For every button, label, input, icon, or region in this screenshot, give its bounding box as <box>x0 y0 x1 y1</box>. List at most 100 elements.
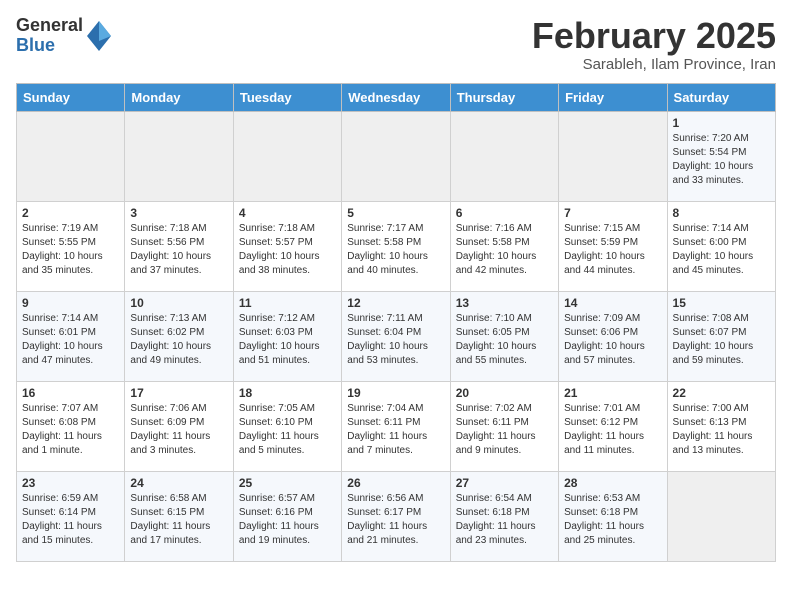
day-number: 9 <box>22 296 119 310</box>
day-info: Sunrise: 7:02 AM Sunset: 6:11 PM Dayligh… <box>456 402 553 458</box>
calendar-day <box>559 111 667 201</box>
day-info: Sunrise: 7:10 AM Sunset: 6:05 PM Dayligh… <box>456 312 553 368</box>
calendar-day: 16Sunrise: 7:07 AM Sunset: 6:08 PM Dayli… <box>17 381 125 471</box>
day-info: Sunrise: 7:08 AM Sunset: 6:07 PM Dayligh… <box>673 312 770 368</box>
day-number: 14 <box>564 296 661 310</box>
day-info: Sunrise: 7:01 AM Sunset: 6:12 PM Dayligh… <box>564 402 661 458</box>
day-info: Sunrise: 6:56 AM Sunset: 6:17 PM Dayligh… <box>347 492 444 548</box>
logo-blue: Blue <box>16 36 83 56</box>
calendar-day: 3 Sunrise: 7:18 AM Sunset: 5:56 PM Daylig… <box>125 201 233 291</box>
day-number: 8 <box>673 206 770 220</box>
day-number: 13 <box>456 296 553 310</box>
day-number: 15 <box>673 296 770 310</box>
location-subtitle: Sarableh, Ilam Province, Iran <box>532 56 776 73</box>
calendar-day: 28 Sunrise: 6:53 AM Sunset: 6:18 PM Dayli… <box>559 471 667 561</box>
title-block: February 2025 Sarableh, Ilam Province, I… <box>532 16 776 73</box>
calendar-day: 8 Sunrise: 7:14 AM Sunset: 6:00 PM Daylig… <box>667 201 775 291</box>
calendar-day: 24 Sunrise: 6:58 AM Sunset: 6:15 PM Dayli… <box>125 471 233 561</box>
logo-general: General <box>16 16 83 36</box>
day-info: Sunrise: 6:58 AM Sunset: 6:15 PM Dayligh… <box>130 492 227 548</box>
logo: General Blue <box>16 16 111 56</box>
day-info: Sunrise: 7:05 AM Sunset: 6:10 PM Dayligh… <box>239 402 336 458</box>
day-info: Sunrise: 7:16 AM Sunset: 5:58 PM Dayligh… <box>456 222 553 278</box>
week-row-2: 2 Sunrise: 7:19 AM Sunset: 5:55 PM Daylig… <box>17 201 776 291</box>
calendar-day: 6 Sunrise: 7:16 AM Sunset: 5:58 PM Daylig… <box>450 201 558 291</box>
day-number: 11 <box>239 296 336 310</box>
day-info: Sunrise: 7:12 AM Sunset: 6:03 PM Dayligh… <box>239 312 336 368</box>
calendar-day: 26Sunrise: 6:56 AM Sunset: 6:17 PM Dayli… <box>342 471 450 561</box>
day-number: 25 <box>239 476 336 490</box>
page-header: General Blue February 2025 Sarableh, Ila… <box>16 16 776 73</box>
day-number: 10 <box>130 296 227 310</box>
day-number: 4 <box>239 206 336 220</box>
day-info: Sunrise: 6:59 AM Sunset: 6:14 PM Dayligh… <box>22 492 119 548</box>
day-info: Sunrise: 7:18 AM Sunset: 5:56 PM Dayligh… <box>130 222 227 278</box>
calendar-day <box>125 111 233 201</box>
weekday-header-tuesday: Tuesday <box>233 83 341 111</box>
logo-text: General Blue <box>16 16 83 56</box>
calendar-day: 14 Sunrise: 7:09 AM Sunset: 6:06 PM Dayli… <box>559 291 667 381</box>
week-row-4: 16Sunrise: 7:07 AM Sunset: 6:08 PM Dayli… <box>17 381 776 471</box>
calendar-day: 25 Sunrise: 6:57 AM Sunset: 6:16 PM Dayli… <box>233 471 341 561</box>
day-info: Sunrise: 7:20 AM Sunset: 5:54 PM Dayligh… <box>673 132 770 188</box>
week-row-3: 9 Sunrise: 7:14 AM Sunset: 6:01 PM Daylig… <box>17 291 776 381</box>
calendar-day <box>233 111 341 201</box>
calendar-day <box>450 111 558 201</box>
day-info: Sunrise: 7:14 AM Sunset: 6:01 PM Dayligh… <box>22 312 119 368</box>
day-number: 20 <box>456 386 553 400</box>
calendar-day: 1 Sunrise: 7:20 AM Sunset: 5:54 PM Daylig… <box>667 111 775 201</box>
week-row-1: 1 Sunrise: 7:20 AM Sunset: 5:54 PM Daylig… <box>17 111 776 201</box>
day-number: 18 <box>239 386 336 400</box>
day-info: Sunrise: 7:09 AM Sunset: 6:06 PM Dayligh… <box>564 312 661 368</box>
day-number: 22 <box>673 386 770 400</box>
calendar-day: 27Sunrise: 6:54 AM Sunset: 6:18 PM Dayli… <box>450 471 558 561</box>
weekday-header-saturday: Saturday <box>667 83 775 111</box>
logo-icon <box>87 21 111 51</box>
day-info: Sunrise: 7:19 AM Sunset: 5:55 PM Dayligh… <box>22 222 119 278</box>
day-number: 21 <box>564 386 661 400</box>
weekday-header-row: SundayMondayTuesdayWednesdayThursdayFrid… <box>17 83 776 111</box>
calendar-day <box>667 471 775 561</box>
calendar-day: 22 Sunrise: 7:00 AM Sunset: 6:13 PM Dayli… <box>667 381 775 471</box>
day-info: Sunrise: 7:00 AM Sunset: 6:13 PM Dayligh… <box>673 402 770 458</box>
calendar-day: 10 Sunrise: 7:13 AM Sunset: 6:02 PM Dayli… <box>125 291 233 381</box>
day-info: Sunrise: 7:06 AM Sunset: 6:09 PM Dayligh… <box>130 402 227 458</box>
day-info: Sunrise: 7:13 AM Sunset: 6:02 PM Dayligh… <box>130 312 227 368</box>
calendar-day: 15 Sunrise: 7:08 AM Sunset: 6:07 PM Dayli… <box>667 291 775 381</box>
day-number: 28 <box>564 476 661 490</box>
day-number: 27 <box>456 476 553 490</box>
day-number: 7 <box>564 206 661 220</box>
calendar-day: 23 Sunrise: 6:59 AM Sunset: 6:14 PM Dayli… <box>17 471 125 561</box>
day-number: 1 <box>673 116 770 130</box>
day-number: 23 <box>22 476 119 490</box>
day-info: Sunrise: 6:57 AM Sunset: 6:16 PM Dayligh… <box>239 492 336 548</box>
day-number: 16 <box>22 386 119 400</box>
calendar-day <box>342 111 450 201</box>
day-number: 12 <box>347 296 444 310</box>
day-number: 3 <box>130 206 227 220</box>
day-info: Sunrise: 7:18 AM Sunset: 5:57 PM Dayligh… <box>239 222 336 278</box>
calendar-day <box>17 111 125 201</box>
week-row-5: 23 Sunrise: 6:59 AM Sunset: 6:14 PM Dayli… <box>17 471 776 561</box>
day-info: Sunrise: 7:14 AM Sunset: 6:00 PM Dayligh… <box>673 222 770 278</box>
day-info: Sunrise: 6:53 AM Sunset: 6:18 PM Dayligh… <box>564 492 661 548</box>
day-number: 24 <box>130 476 227 490</box>
day-number: 17 <box>130 386 227 400</box>
calendar-day: 21 Sunrise: 7:01 AM Sunset: 6:12 PM Dayli… <box>559 381 667 471</box>
calendar-day: 7 Sunrise: 7:15 AM Sunset: 5:59 PM Daylig… <box>559 201 667 291</box>
calendar-day: 9 Sunrise: 7:14 AM Sunset: 6:01 PM Daylig… <box>17 291 125 381</box>
weekday-header-thursday: Thursday <box>450 83 558 111</box>
day-number: 2 <box>22 206 119 220</box>
day-info: Sunrise: 7:04 AM Sunset: 6:11 PM Dayligh… <box>347 402 444 458</box>
calendar-day: 11 Sunrise: 7:12 AM Sunset: 6:03 PM Dayli… <box>233 291 341 381</box>
calendar-day: 4 Sunrise: 7:18 AM Sunset: 5:57 PM Daylig… <box>233 201 341 291</box>
day-number: 5 <box>347 206 444 220</box>
calendar-table: SundayMondayTuesdayWednesdayThursdayFrid… <box>16 83 776 562</box>
month-title: February 2025 <box>532 16 776 56</box>
day-info: Sunrise: 7:15 AM Sunset: 5:59 PM Dayligh… <box>564 222 661 278</box>
calendar-day: 13 Sunrise: 7:10 AM Sunset: 6:05 PM Dayli… <box>450 291 558 381</box>
calendar-day: 18 Sunrise: 7:05 AM Sunset: 6:10 PM Dayli… <box>233 381 341 471</box>
day-number: 6 <box>456 206 553 220</box>
calendar-day: 19Sunrise: 7:04 AM Sunset: 6:11 PM Dayli… <box>342 381 450 471</box>
weekday-header-sunday: Sunday <box>17 83 125 111</box>
